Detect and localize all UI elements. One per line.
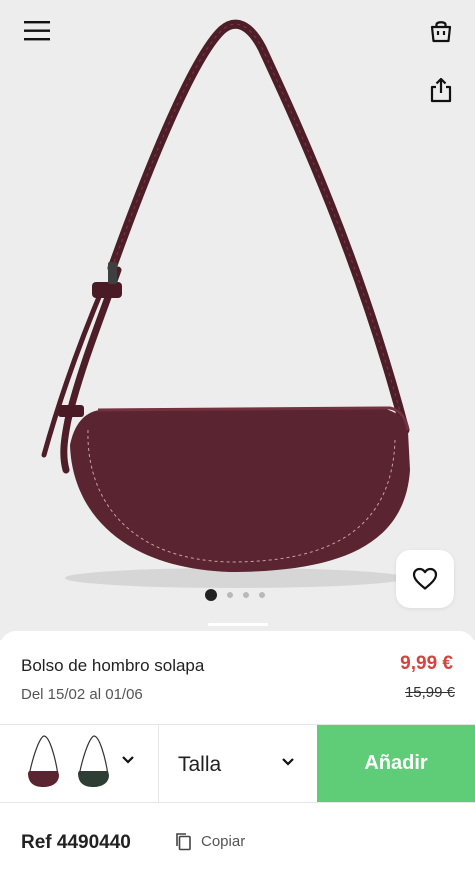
pagination-dot[interactable] [243, 592, 249, 598]
shopping-bag-icon [430, 21, 452, 43]
share-button[interactable] [424, 73, 458, 107]
hamburger-menu-icon [24, 21, 50, 41]
product-dates: Del 15/02 al 01/06 [21, 686, 143, 703]
product-info-sheet: Bolso de hombro solapa Del 15/02 al 01/0… [0, 623, 475, 877]
sheet-drag-handle[interactable] [208, 623, 268, 626]
product-price: 9,99 € [400, 653, 453, 674]
cart-button[interactable] [424, 14, 458, 48]
action-bar: Talla Añadir [0, 724, 475, 803]
copy-reference-button[interactable]: Copiar [175, 832, 245, 851]
product-image [41, 19, 410, 588]
product-old-price: 15,99 € [404, 684, 455, 701]
add-to-cart-button[interactable]: Añadir [317, 725, 475, 802]
gallery-pagination [205, 589, 265, 601]
favorite-button[interactable] [396, 550, 454, 608]
pagination-dot-active[interactable] [205, 589, 217, 601]
pagination-dot[interactable] [227, 592, 233, 598]
size-label: Talla [178, 753, 222, 776]
copy-icon [176, 833, 191, 851]
product-gallery[interactable] [0, 0, 475, 640]
size-selector[interactable]: Talla [159, 725, 317, 802]
chevron-down-icon [122, 756, 134, 764]
pagination-dot[interactable] [259, 592, 265, 598]
color-variant-selector[interactable] [0, 725, 159, 802]
variant-thumb-burgundy[interactable] [24, 733, 62, 791]
variant-thumb-green[interactable] [74, 733, 112, 791]
product-name: Bolso de hombro solapa [21, 656, 205, 675]
heart-icon [412, 567, 438, 590]
share-icon [430, 77, 452, 103]
menu-button[interactable] [20, 14, 54, 48]
product-reference: Ref 4490440 [21, 832, 131, 853]
chevron-down-icon [282, 758, 294, 766]
add-to-cart-label: Añadir [364, 752, 428, 774]
copy-label: Copiar [201, 833, 246, 850]
